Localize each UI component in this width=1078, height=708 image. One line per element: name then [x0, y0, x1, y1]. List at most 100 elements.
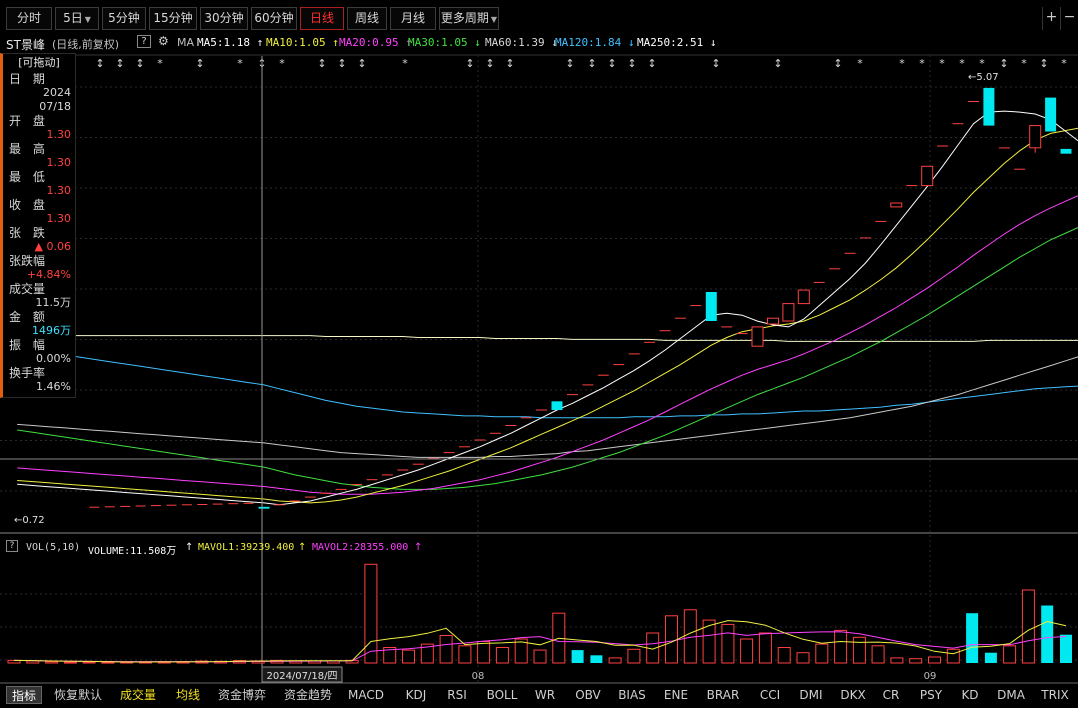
- volume-bar: [364, 563, 378, 664]
- vol-mavol2-arrow: ↑: [414, 542, 423, 553]
- vol-volume: VOLUME:11.508万: [88, 546, 177, 557]
- indicator-tab-12[interactable]: OBV: [570, 686, 606, 704]
- double-arrow-marker: ↕: [627, 57, 636, 70]
- kline-chart[interactable]: ***↕↕↕*↕*↕*↕↕↕*↕↕↕↕↕↕↕↕↕↕↕******↕*↕*←5.0…: [0, 0, 1078, 708]
- indicator-tab-1[interactable]: 指标: [6, 686, 42, 704]
- star-marker: *: [939, 57, 945, 70]
- double-arrow-marker: ↕: [95, 57, 104, 70]
- info-label: 张 跌: [9, 226, 49, 240]
- double-arrow-marker: ↕: [1039, 57, 1048, 70]
- ma5-line: [17, 110, 1078, 506]
- volume-bar: [796, 652, 810, 664]
- volume-bar: [815, 643, 829, 664]
- indicator-tab-6[interactable]: 资金趋势: [280, 686, 336, 704]
- info-value: 2024: [43, 86, 71, 99]
- double-arrow-marker: ↕: [587, 57, 596, 70]
- info-value: 0.00%: [36, 352, 71, 365]
- candle-body: [767, 317, 779, 325]
- info-value: 07/18: [39, 100, 71, 113]
- volume-bar: [758, 632, 772, 664]
- info-label: 日 期: [9, 72, 49, 86]
- candle-body: [1060, 148, 1072, 154]
- indicator-tab-11[interactable]: WR: [530, 686, 560, 704]
- double-arrow-marker: ↕: [607, 57, 616, 70]
- info-label: 振 幅: [9, 338, 49, 352]
- volume-bar: [571, 650, 584, 663]
- indicator-tab-20[interactable]: PSY: [914, 686, 948, 704]
- info-label: 张跌幅: [9, 254, 46, 268]
- info-value: 1496万: [32, 324, 71, 337]
- double-arrow-marker: ↕: [485, 57, 494, 70]
- volume-bar: [495, 647, 509, 664]
- info-label: 收 盘: [9, 198, 49, 212]
- price-high-label: ←5.07: [968, 72, 999, 83]
- volume-bar: [439, 635, 453, 664]
- volume-bar: [477, 641, 491, 664]
- volume-bar: [909, 658, 923, 664]
- volume-bar: [890, 657, 904, 664]
- volume-bar: [966, 613, 979, 663]
- indicator-tab-21[interactable]: KD: [958, 686, 982, 704]
- double-arrow-marker: ↕: [833, 57, 842, 70]
- info-panel[interactable]: [可拖动] 日 期 2024 07/18 开 盘 1.30 最 高 1.30 最 低 1.30 收…: [0, 53, 76, 398]
- volume-bar: [26, 660, 40, 664]
- info-value: 11.5万: [35, 296, 72, 309]
- candle-body: [705, 292, 717, 321]
- candle-body: [782, 303, 795, 322]
- volume-bar: [852, 636, 866, 664]
- star-marker: *: [857, 57, 863, 70]
- info-value: 1.30: [46, 128, 72, 141]
- double-arrow-marker: ↕: [195, 57, 204, 70]
- drag-handle[interactable]: [可拖动]: [3, 54, 75, 72]
- indicator-tab-22[interactable]: DMA: [994, 686, 1028, 704]
- indicator-tab-17[interactable]: DMI: [794, 686, 828, 704]
- indicator-tab-15[interactable]: BRAR: [702, 686, 744, 704]
- indicator-tab-2[interactable]: 恢复默认: [50, 686, 106, 704]
- volume-bar: [82, 661, 96, 664]
- volume-bar: [1041, 605, 1054, 663]
- indicator-tab-7[interactable]: MACD: [346, 686, 386, 704]
- volume-bar: [608, 657, 622, 664]
- info-label: 最 低: [9, 170, 49, 184]
- double-arrow-marker: ↕: [647, 57, 656, 70]
- volume-bar: [402, 649, 415, 664]
- indicator-tab-19[interactable]: CR: [878, 686, 904, 704]
- volume-bar: [740, 638, 754, 664]
- double-arrow-marker: ↕: [465, 57, 474, 70]
- indicator-tab-5[interactable]: 资金博弈: [214, 686, 270, 704]
- indicator-tab-14[interactable]: ENE: [658, 686, 694, 704]
- indicator-tab-9[interactable]: RSI: [442, 686, 472, 704]
- vol-mavol1: MAVOL1:39239.400: [198, 542, 295, 553]
- star-marker: *: [959, 57, 965, 70]
- indicator-tab-16[interactable]: CCI: [754, 686, 786, 704]
- candle-body: [921, 165, 934, 187]
- volume-bar: [1021, 589, 1035, 664]
- info-value: 1.46%: [36, 380, 71, 393]
- indicator-tab-10[interactable]: BOLL: [482, 686, 522, 704]
- indicator-tab-3[interactable]: 成交量: [114, 686, 162, 704]
- double-arrow-marker: ↕: [773, 57, 782, 70]
- volume-bar: [590, 655, 603, 663]
- ma120-line: [17, 347, 1078, 419]
- month-label: 09: [924, 671, 937, 682]
- indicator-tab-18[interactable]: DKX: [836, 686, 870, 704]
- candle-body: [258, 506, 270, 509]
- help-icon[interactable]: ?: [6, 540, 18, 552]
- indicator-tabs: 指标 恢复默认 成交量 均线 资金博弈 资金趋势 MACD KDJ RSI BOLL WR OBV BI…: [0, 685, 1078, 705]
- double-arrow-marker: ↕: [505, 57, 514, 70]
- candle-body: [1045, 97, 1057, 132]
- candle-body: [797, 289, 810, 305]
- volume-bar: [702, 619, 716, 664]
- volume-bar: [777, 647, 791, 664]
- indicator-tab-13[interactable]: BIAS: [614, 686, 650, 704]
- volume-bar: [1003, 645, 1017, 664]
- volume-bar: [834, 629, 848, 664]
- star-marker: *: [899, 57, 905, 70]
- star-marker: *: [279, 57, 285, 70]
- indicator-tab-4[interactable]: 均线: [170, 686, 206, 704]
- vol-mavol1-arrow: ↑: [298, 542, 307, 553]
- info-label: 成交量: [9, 282, 46, 296]
- indicator-tab-8[interactable]: KDJ: [398, 686, 434, 704]
- indicator-tab-23[interactable]: TRIX: [1038, 686, 1072, 704]
- double-arrow-marker: ↕: [999, 57, 1008, 70]
